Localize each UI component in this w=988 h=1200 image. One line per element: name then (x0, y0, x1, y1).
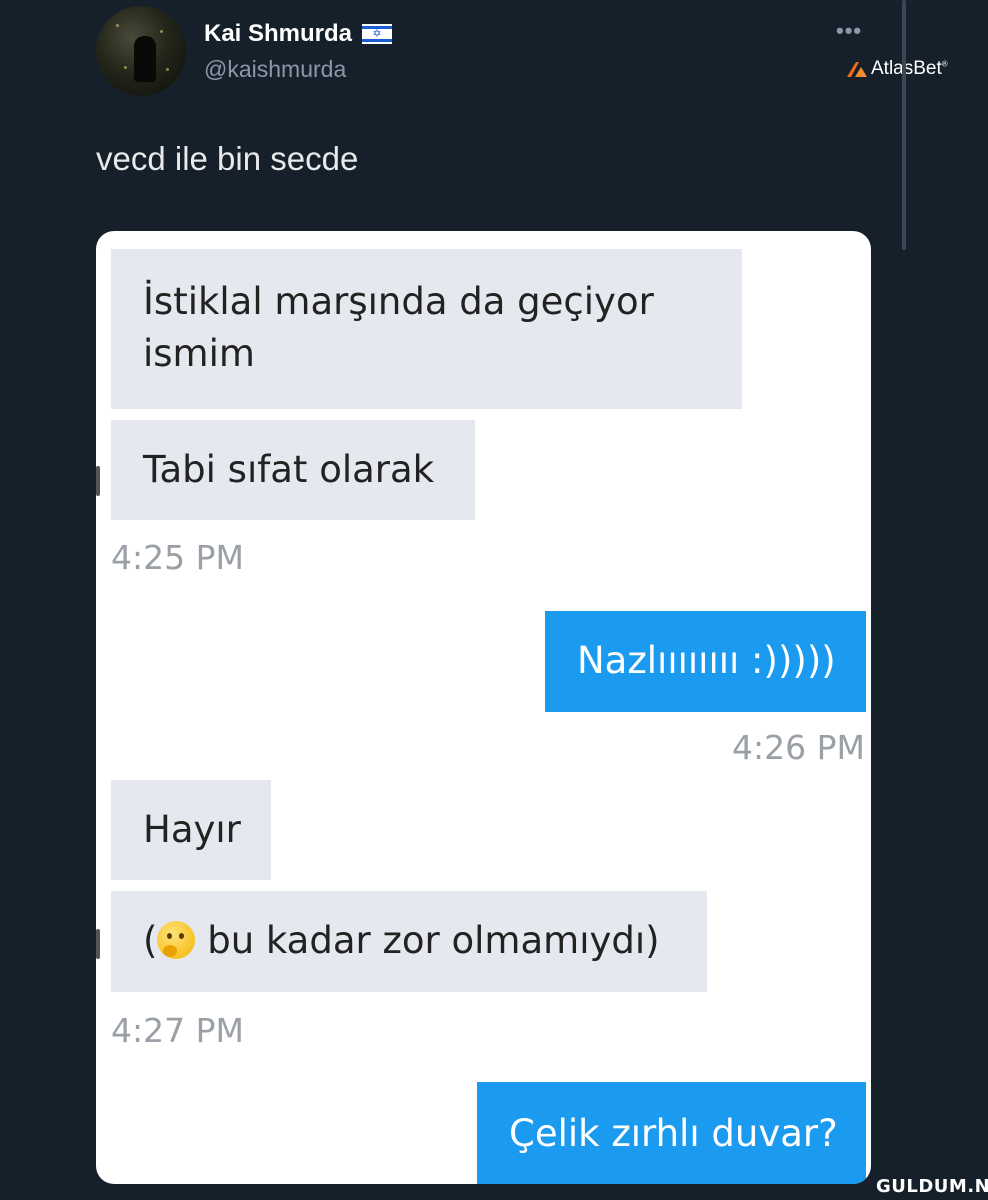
timestamp: 4:25 PM (111, 538, 244, 577)
display-name[interactable]: Kai Shmurda ✡ (204, 20, 393, 48)
israel-flag-icon: ✡ (362, 24, 393, 44)
message-open-paren: ( (143, 919, 158, 962)
scrollbar[interactable] (902, 0, 906, 250)
avatar[interactable] (96, 6, 186, 96)
edge-mark (96, 929, 100, 959)
message-line: ismim (143, 332, 255, 375)
message-bubble: Hayır (111, 780, 271, 880)
timestamp: 4:26 PM (732, 728, 865, 767)
message-bubble: Çelik zırhlı duvar? (477, 1082, 866, 1184)
message-bubble: Tabi sıfat olarak (111, 420, 475, 520)
atlasbet-logo: AtlasBet® (846, 58, 948, 80)
registered-mark: ® (941, 59, 948, 69)
message-text: Çelik zırhlı duvar? (509, 1112, 838, 1155)
user-handle[interactable]: @kaishmurda (204, 56, 346, 83)
atlasbet-name: AtlasBet (871, 58, 942, 79)
watermark: GULDUM.NET (876, 1176, 988, 1197)
tweet-text: vecd ile bin secde (96, 140, 359, 177)
message-bubble: Nazlıııııııı :))))) (545, 611, 866, 712)
more-options-icon[interactable]: ••• (836, 18, 862, 44)
chat-screenshot: İstiklal marşında da geçiyor ismim Tabi … (96, 231, 871, 1184)
message-bubble: ( bu kadar zor olmamıydı) (111, 891, 707, 992)
message-text: Nazlıııııııı :))))) (577, 639, 836, 682)
message-bubble: İstiklal marşında da geçiyor ismim (111, 249, 742, 409)
message-text: bu kadar zor olmamıydı) (207, 919, 660, 962)
display-name-text: Kai Shmurda (204, 20, 353, 47)
message-text: Tabi sıfat olarak (143, 448, 435, 491)
timestamp: 4:27 PM (111, 1011, 244, 1050)
message-line: İstiklal marşında da geçiyor (143, 280, 654, 323)
thinking-face-icon (157, 921, 196, 959)
atlasbet-logo-icon (847, 62, 867, 77)
message-text: Hayır (143, 808, 241, 851)
edge-mark (96, 466, 100, 496)
